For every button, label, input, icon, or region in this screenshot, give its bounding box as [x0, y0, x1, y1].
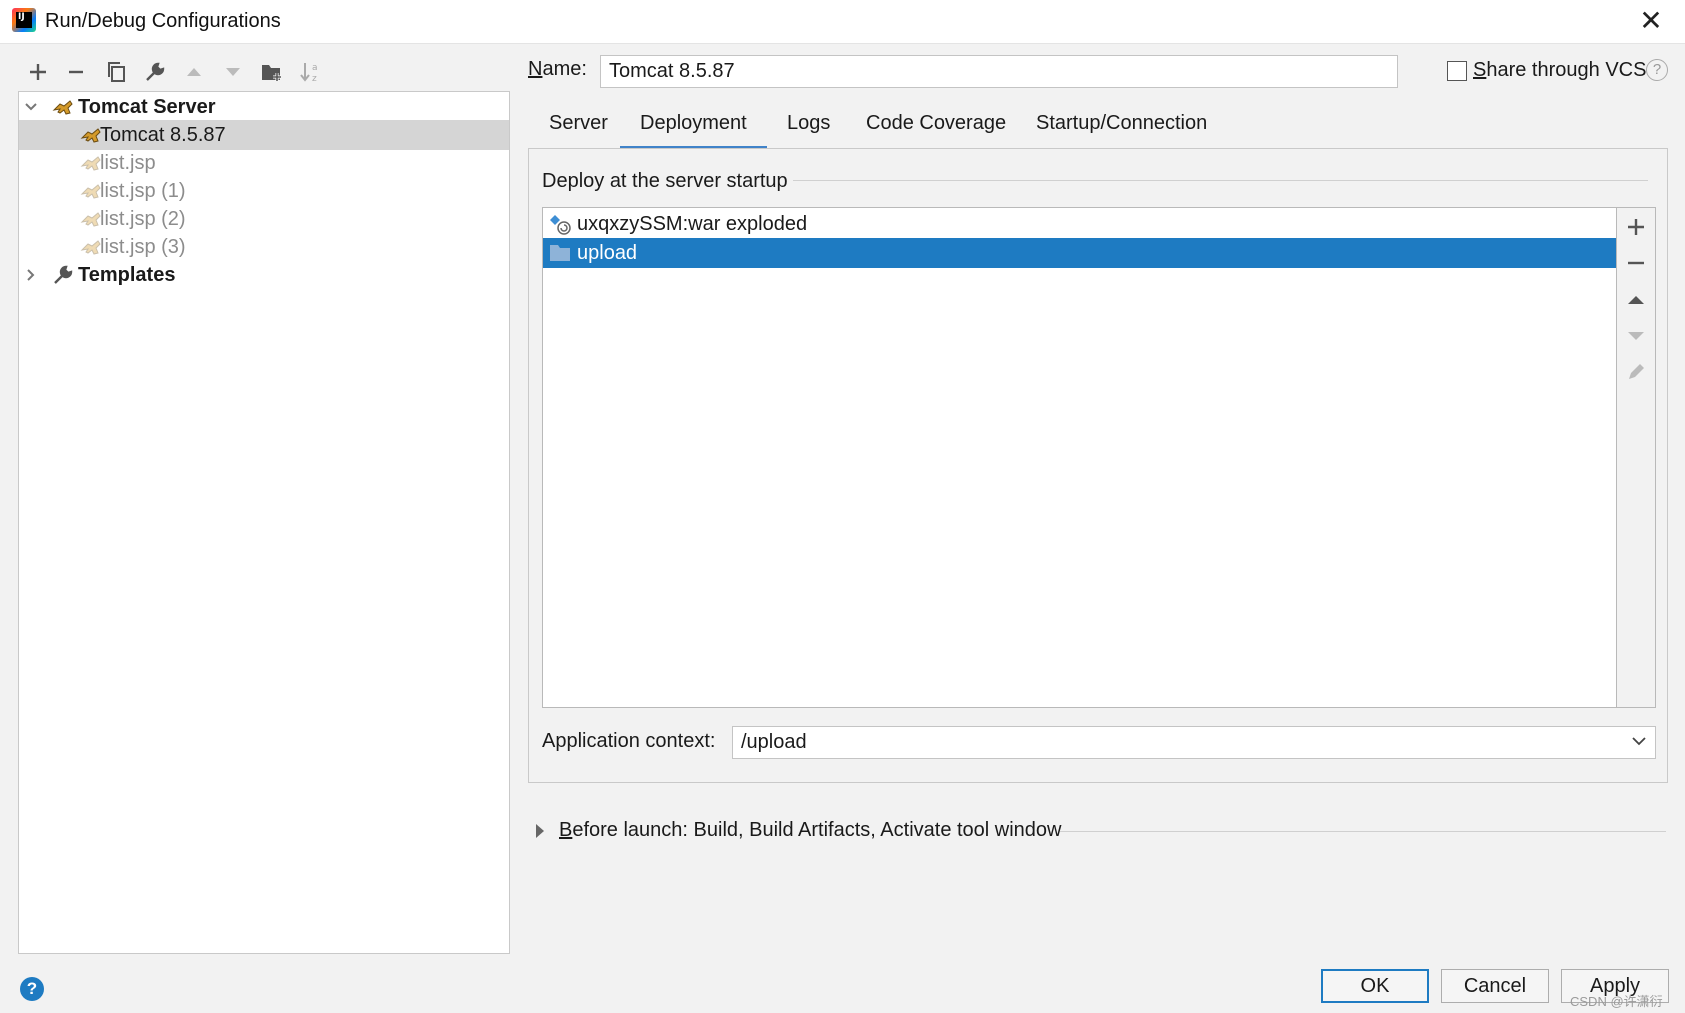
tab-server[interactable]: Server — [545, 112, 612, 150]
tab-logs[interactable]: Logs — [783, 112, 834, 150]
move-up-icon — [187, 68, 201, 76]
add-icon — [30, 64, 46, 80]
expand-arrow-icon[interactable] — [536, 824, 544, 838]
add-icon — [1628, 219, 1644, 235]
intellij-app-icon: IJ — [12, 8, 36, 32]
sort-icon: az — [300, 63, 318, 83]
move-up-button[interactable] — [180, 58, 208, 86]
ok-button[interactable]: OK — [1321, 969, 1429, 1003]
before-launch-separator — [1060, 831, 1666, 832]
sort-button[interactable]: az — [297, 58, 325, 86]
name-input[interactable]: Tomcat 8.5.87 — [600, 55, 1398, 88]
add-configuration-button[interactable] — [24, 58, 52, 86]
tree-group-tomcat-server[interactable]: Tomcat Server — [19, 92, 509, 122]
tree-group-label: Tomcat Server — [78, 95, 216, 118]
tomcat-icon — [80, 124, 102, 146]
application-context-label: Application context: — [542, 730, 716, 752]
tomcat-temporary-icon — [80, 208, 102, 230]
wrench-icon — [52, 264, 74, 286]
artifact-exploded-icon — [549, 213, 571, 235]
new-folder-icon — [262, 65, 281, 81]
move-down-icon — [1628, 332, 1644, 340]
move-down-icon — [226, 68, 240, 76]
chevron-down-icon[interactable] — [24, 100, 38, 114]
help-icon[interactable]: ? — [1646, 59, 1668, 81]
move-down-deployment-button[interactable] — [1625, 326, 1647, 348]
tree-content: Tomcat Server Tomcat 8.5.87 list.jsp lis… — [19, 92, 509, 952]
tree-item-tomcat-8-5-87[interactable]: Tomcat 8.5.87 — [19, 120, 509, 150]
chevron-right-icon[interactable] — [24, 268, 38, 282]
remove-deployment-button[interactable] — [1625, 253, 1647, 275]
deployment-list[interactable]: uxqxzySSM:war exploded upload — [542, 207, 1617, 708]
tree-item-label: list.jsp (1) — [100, 179, 186, 202]
name-label: Name: — [528, 58, 587, 80]
copy-icon — [108, 62, 125, 82]
tree-item-list-jsp-3[interactable]: list.jsp (3) — [19, 232, 509, 262]
tree-item-label: list.jsp — [100, 151, 156, 174]
tab-deployment[interactable]: Deployment — [620, 112, 767, 150]
wrench-icon — [146, 62, 165, 81]
help-button-icon[interactable]: ? — [20, 977, 44, 1001]
svg-text:a: a — [312, 63, 318, 73]
tomcat-temporary-icon — [80, 180, 102, 202]
remove-configuration-button[interactable] — [62, 58, 90, 86]
deploy-group-title: Deploy at the server startup — [542, 170, 788, 192]
deployment-item-war-exploded[interactable]: uxqxzySSM:war exploded — [543, 209, 1616, 239]
watermark: CSDN @许潇衍 — [1570, 994, 1663, 1009]
move-down-button[interactable] — [219, 58, 247, 86]
before-launch-label[interactable]: Before launch: Build, Build Artifacts, A… — [559, 819, 1062, 842]
tab-startup-connection[interactable]: Startup/Connection — [1032, 112, 1211, 150]
share-through-vcs-checkbox[interactable] — [1447, 61, 1467, 81]
tab-code-coverage[interactable]: Code Coverage — [862, 112, 1010, 150]
tomcat-icon — [52, 96, 74, 118]
close-icon[interactable]: ✕ — [1636, 6, 1666, 36]
move-up-deployment-button[interactable] — [1625, 290, 1647, 312]
tree-item-list-jsp-1[interactable]: list.jsp (1) — [19, 176, 509, 206]
deployment-item-label: uxqxzySSM:war exploded — [577, 212, 808, 235]
tree-item-label: list.jsp (2) — [100, 207, 186, 230]
tree-item-label: list.jsp (3) — [100, 235, 186, 258]
share-through-vcs-label[interactable]: Share through VCS — [1473, 59, 1646, 82]
edit-deployment-button[interactable] — [1625, 362, 1647, 384]
pencil-icon — [1629, 364, 1644, 379]
chevron-down-icon[interactable] — [1630, 732, 1648, 750]
deployment-item-label: upload — [577, 241, 638, 264]
tomcat-temporary-icon — [80, 152, 102, 174]
tree-item-list-jsp-2[interactable]: list.jsp (2) — [19, 204, 509, 234]
add-deployment-button[interactable] — [1625, 217, 1647, 239]
application-context-select[interactable]: /upload — [732, 726, 1656, 759]
deployment-item-upload[interactable]: upload — [543, 238, 1616, 268]
svg-text:z: z — [312, 74, 317, 83]
new-folder-button[interactable] — [258, 58, 286, 86]
window-title: Run/Debug Configurations — [45, 10, 281, 32]
tree-group-label: Templates — [78, 263, 176, 286]
deployment-side-toolbar — [1617, 207, 1656, 708]
cancel-button[interactable]: Cancel — [1441, 969, 1549, 1003]
tree-group-templates[interactable]: Templates — [19, 260, 509, 290]
remove-icon — [1628, 261, 1644, 265]
group-separator — [793, 180, 1648, 181]
remove-icon — [69, 70, 83, 74]
copy-configuration-button[interactable] — [102, 58, 130, 86]
tree-item-list-jsp[interactable]: list.jsp — [19, 148, 509, 178]
tree-item-label: Tomcat 8.5.87 — [100, 123, 226, 146]
edit-defaults-button[interactable] — [141, 58, 169, 86]
tomcat-temporary-icon — [80, 236, 102, 258]
move-up-icon — [1628, 296, 1644, 304]
folder-icon — [549, 242, 571, 264]
